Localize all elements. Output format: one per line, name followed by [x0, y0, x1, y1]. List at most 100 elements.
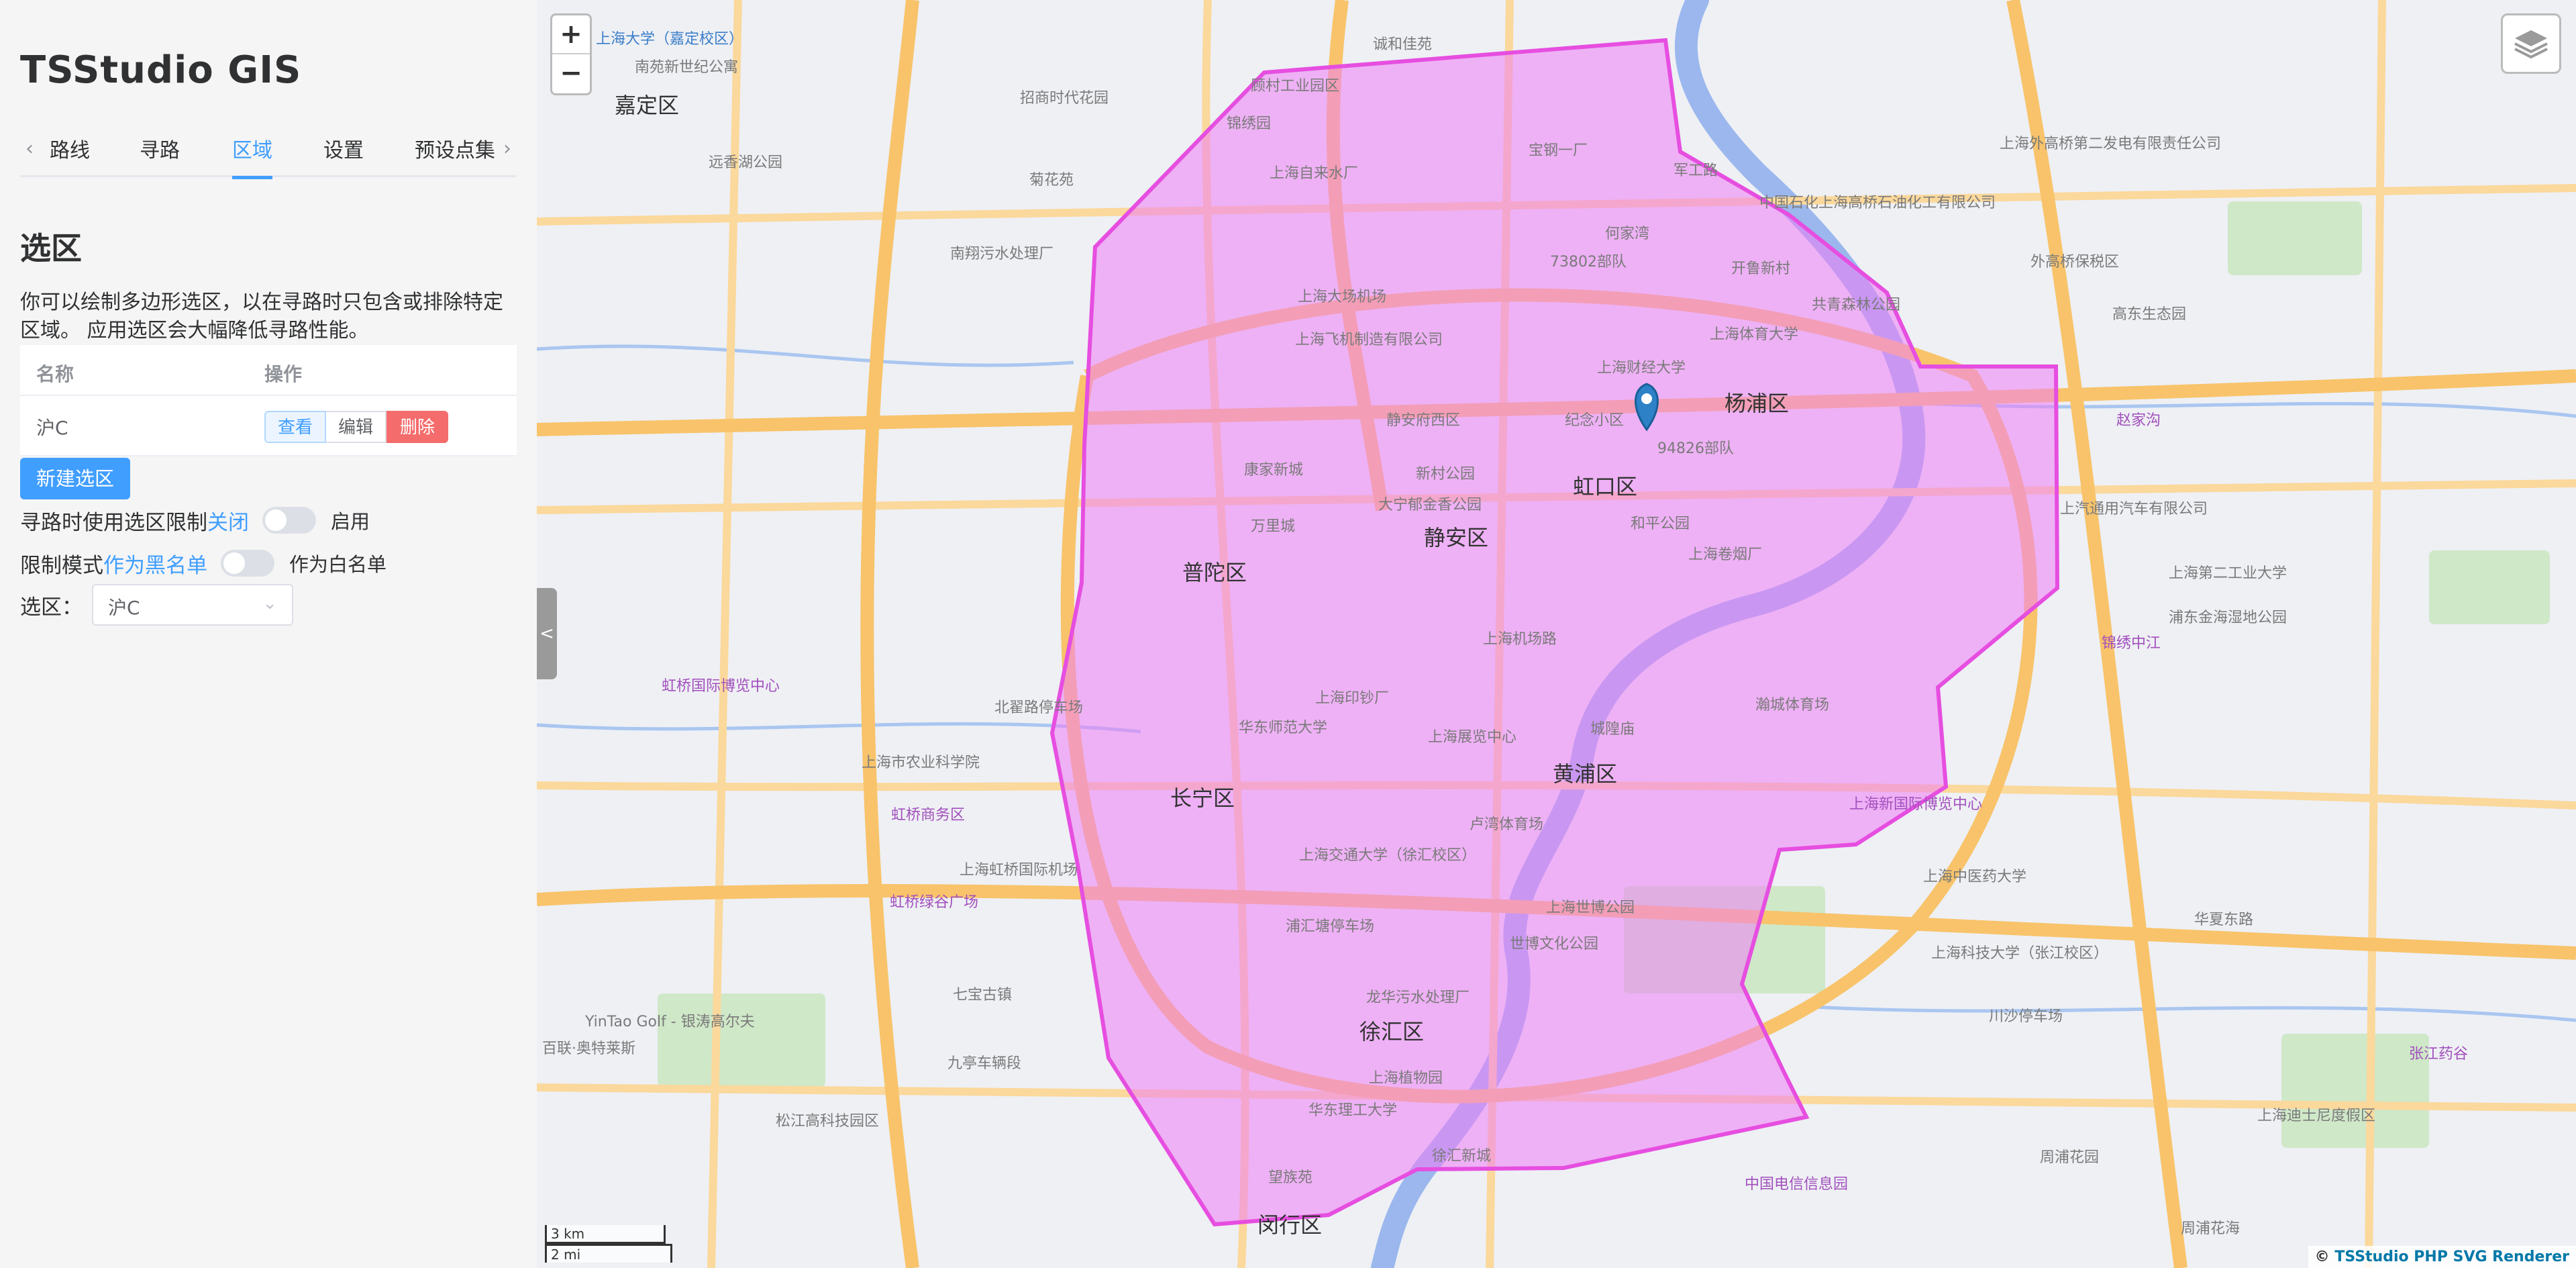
zoom-out-button[interactable]: − — [552, 54, 590, 93]
place-label: 中国石化上海高桥石油化工有限公司 — [1759, 195, 1996, 211]
place-label: 菊花苑 — [1029, 172, 1074, 189]
place-label: 诚和佳苑 — [1373, 36, 1433, 53]
tab-preset-points[interactable]: 预设点集 — [415, 134, 495, 177]
place-label: 百联·奥特莱斯 — [542, 1040, 635, 1057]
zoom-control: + − — [550, 13, 592, 95]
place-label: 浦汇塘停车场 — [1286, 918, 1375, 935]
layers-button[interactable] — [2501, 13, 2561, 74]
place-label: 锦绣中江 — [2102, 635, 2161, 652]
collapse-sidebar-button[interactable]: < — [537, 588, 557, 679]
tab-scroll-left-icon[interactable]: ‹ — [25, 137, 34, 160]
column-header-name: 名称 — [36, 363, 74, 385]
place-label: 上海财经大学 — [1597, 360, 1686, 377]
place-label: 共青森林公园 — [1812, 297, 1901, 313]
place-label: 锦绣园 — [1227, 115, 1272, 132]
mode-option: 限制模式 作为黑名单 作为白名单 — [20, 546, 387, 580]
place-label: 望族苑 — [1268, 1169, 1313, 1186]
tab-route[interactable]: 路线 — [50, 134, 90, 177]
place-label: 南翔污水处理厂 — [950, 246, 1054, 262]
place-label: 龙华污水处理厂 — [1366, 989, 1470, 1006]
place-label: 上海市农业科学院 — [862, 754, 980, 771]
tab-pathfinding[interactable]: 寻路 — [140, 134, 180, 177]
place-label: 开鲁新村 — [1731, 260, 1791, 277]
district-label: 嘉定区 — [615, 93, 680, 118]
place-label: 周浦花园 — [2040, 1149, 2100, 1166]
place-label: 华夏东路 — [2194, 912, 2254, 928]
place-label: 宝钢一厂 — [1529, 142, 1588, 159]
region-select-option: 选区： 沪C ⌄ — [20, 584, 293, 626]
region-select[interactable]: 沪C ⌄ — [92, 584, 293, 626]
district-label: 虹口区 — [1573, 474, 1638, 499]
place-label: 上海迪士尼度假区 — [2257, 1108, 2376, 1124]
place-label: 华东理工大学 — [1308, 1102, 1398, 1119]
district-label: 长宁区 — [1170, 785, 1235, 811]
mode-label: 限制模式 — [20, 553, 103, 578]
place-label: YinTao Golf - 银涛高尔夫 — [585, 1014, 755, 1030]
tab-scroll-right-icon[interactable]: › — [503, 137, 511, 160]
place-label: 上海卷烟厂 — [1688, 546, 1763, 563]
place-label: 新村公园 — [1416, 466, 1476, 483]
limit-option: 寻路时使用选区限制 关闭 启用 — [20, 503, 370, 537]
place-label: 上海植物园 — [1369, 1070, 1443, 1087]
place-label: 七宝古镇 — [953, 987, 1013, 1004]
place-label: 世博文化公园 — [1510, 936, 1599, 953]
place-label: 何家湾 — [1605, 226, 1650, 242]
district-label: 徐汇区 — [1359, 1019, 1425, 1044]
scale-mi: 2 mi — [545, 1244, 672, 1263]
place-label: 大宁郁金香公园 — [1378, 497, 1482, 514]
region-name: 沪C — [36, 417, 68, 439]
place-label: 远香湖公园 — [709, 154, 783, 171]
place-label: 虹桥绿谷广场 — [890, 894, 979, 911]
limit-on-label: 启用 — [331, 510, 370, 533]
layers-icon — [2514, 30, 2548, 59]
app-title: TSStudio GIS — [20, 48, 302, 92]
place-label: 上海自来水厂 — [1270, 165, 1359, 182]
place-label: 73802部队 — [1550, 254, 1627, 271]
table-header: 名称 操作 — [20, 345, 517, 396]
zoom-in-button[interactable]: + — [552, 15, 590, 54]
region-table: 名称 操作 沪C 查看 编辑 删除 — [20, 345, 517, 456]
attribution-prefix: © — [2314, 1249, 2335, 1265]
district-label: 黄浦区 — [1553, 761, 1618, 787]
tab-region[interactable]: 区域 — [232, 134, 272, 179]
view-button[interactable]: 查看 — [264, 411, 327, 443]
attribution-link[interactable]: TSStudio PHP SVG Renderer — [2334, 1249, 2569, 1265]
place-label: 南苑新世纪公寓 — [635, 59, 739, 76]
section-description: 你可以绘制多边形选区，以在寻路时只包含或排除特定区域。 应用选区会大幅降低寻路性… — [20, 291, 503, 342]
delete-button[interactable]: 删除 — [387, 411, 449, 443]
place-label: 瀚城体育场 — [1755, 697, 1830, 714]
place-label: 虹桥商务区 — [891, 807, 966, 824]
district-label: 杨浦区 — [1724, 391, 1790, 416]
place-label: 周浦花海 — [2181, 1220, 2240, 1237]
place-label: 上海飞机制造有限公司 — [1295, 332, 1443, 348]
place-label: 上海体育大学 — [1710, 326, 1799, 343]
place-label: 上海虹桥国际机场 — [960, 862, 1078, 879]
tab-settings[interactable]: 设置 — [323, 134, 364, 177]
mode-whitelist-label: 作为白名单 — [289, 553, 387, 576]
place-label: 卢湾体育场 — [1470, 816, 1544, 833]
place-label: 上海交通大学（徐汇校区） — [1299, 847, 1477, 864]
row-actions: 查看 编辑 删除 — [264, 411, 449, 443]
place-label: 上海新国际博览中心 — [1849, 796, 1983, 813]
map-attribution: © TSStudio PHP SVG Renderer — [2308, 1246, 2576, 1268]
edit-button[interactable]: 编辑 — [326, 411, 387, 443]
place-label: 赵家沟 — [2116, 412, 2161, 429]
map[interactable]: 嘉定区 虹口区 杨浦区 静安区 普陀区 长宁区 黄浦区 徐汇区 闵行区 上海大学… — [537, 0, 2576, 1268]
place-label: 上海外高桥第二发电有限责任公司 — [2000, 136, 2222, 152]
place-label: 九亭车辆段 — [947, 1055, 1022, 1072]
place-label: 康家新城 — [1244, 462, 1304, 479]
section-title: 选区 — [20, 230, 82, 266]
mode-toggle[interactable] — [221, 550, 274, 577]
place-label: 高东生态园 — [2112, 306, 2187, 323]
sidebar: TSStudio GIS ‹ 路线 寻路 区域 设置 预设点集 › 选区 你可以… — [0, 0, 537, 1268]
place-label: 静安府西区 — [1386, 412, 1461, 429]
place-label: 上海大学（嘉定校区） — [596, 31, 744, 48]
mode-blacklist-label: 作为黑名单 — [103, 553, 207, 578]
district-label: 静安区 — [1424, 525, 1489, 550]
new-region-button[interactable]: 新建选区 — [20, 458, 131, 499]
limit-toggle[interactable] — [262, 507, 316, 534]
place-label: 和平公园 — [1631, 516, 1690, 532]
place-label: 城隍庙 — [1590, 721, 1635, 738]
scale-km: 3 km — [545, 1225, 666, 1244]
place-label: 外高桥保税区 — [2030, 254, 2120, 271]
